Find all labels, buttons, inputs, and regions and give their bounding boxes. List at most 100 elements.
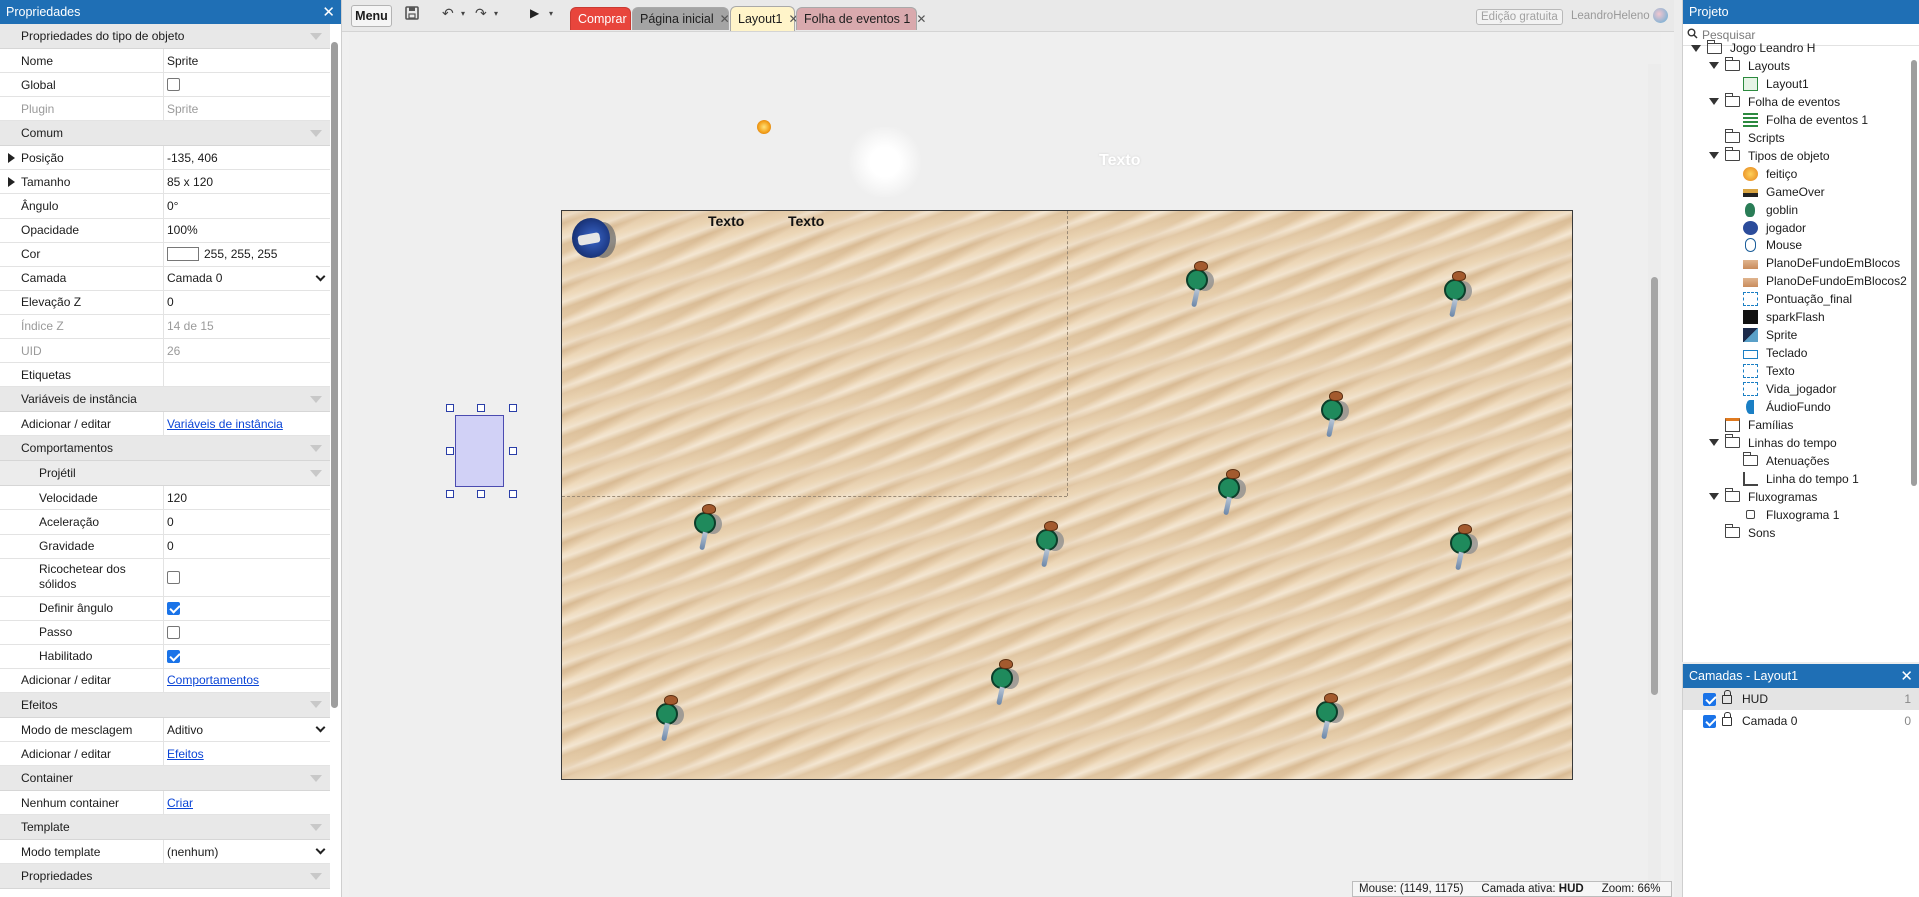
layer-visible-checkbox[interactable] — [1703, 714, 1716, 728]
properties-scrollbar[interactable] — [331, 42, 338, 708]
lock-icon[interactable] — [1722, 689, 1732, 704]
lock-icon[interactable] — [1722, 711, 1732, 726]
close-icon[interactable]: ✕ — [1900, 669, 1913, 684]
chevron-down-icon[interactable]: ▾ — [494, 9, 498, 18]
player-object[interactable] — [568, 212, 618, 268]
prop-value[interactable]: 85 x 120 — [164, 170, 330, 193]
fireball-object[interactable] — [757, 120, 771, 134]
prop-opacity[interactable]: Opacidade 100% — [0, 218, 330, 243]
prop-step[interactable]: Passo — [0, 620, 330, 645]
prop-set-angle[interactable]: Definir ângulo — [0, 596, 330, 621]
prop-z-elevation[interactable]: Elevação Z0 — [0, 290, 330, 315]
chevron-down-icon[interactable]: ▾ — [549, 9, 553, 18]
prop-value[interactable]: 0 — [164, 291, 330, 314]
goblin-object[interactable] — [987, 657, 1023, 709]
section-properties[interactable]: Propriedades — [0, 864, 330, 890]
prop-size[interactable]: Tamanho 85 x 120 — [0, 170, 330, 195]
goblin-object[interactable] — [1032, 519, 1068, 571]
goblin-object[interactable] — [1440, 269, 1476, 321]
goblin-object[interactable] — [1182, 259, 1218, 311]
prop-angle[interactable]: Ângulo 0° — [0, 194, 330, 219]
goblin-object[interactable] — [1214, 467, 1250, 519]
expand-icon[interactable] — [8, 176, 15, 187]
resize-handle[interactable] — [446, 490, 454, 498]
resize-handle[interactable] — [509, 447, 517, 455]
step-checkbox[interactable] — [167, 625, 180, 639]
global-checkbox[interactable] — [167, 78, 180, 92]
chevron-down-icon[interactable] — [1709, 152, 1719, 160]
resize-handle[interactable] — [446, 404, 454, 412]
behaviors-link[interactable]: Comportamentos — [167, 673, 259, 687]
template-mode-select[interactable]: (nenhum) — [164, 840, 330, 863]
layer-select[interactable]: Camada 0 — [164, 267, 330, 290]
text-object[interactable]: Texto — [708, 213, 744, 229]
section-common[interactable]: Comum — [0, 121, 330, 147]
prop-speed[interactable]: Velocidade 120 — [0, 486, 330, 511]
layer-row[interactable]: Camada 0 0 — [1683, 710, 1919, 732]
goblin-object[interactable] — [652, 693, 688, 745]
prop-tags[interactable]: Etiquetas — [0, 363, 330, 388]
goblin-object[interactable] — [1312, 691, 1348, 743]
prop-value[interactable]: 100% — [164, 219, 330, 242]
goblin-object[interactable] — [1317, 389, 1353, 441]
layer-row[interactable]: HUD 1 — [1683, 688, 1919, 710]
tab-buy[interactable]: Comprar — [570, 7, 631, 30]
prop-bounce[interactable]: Ricochetear dos sólidos — [0, 558, 330, 597]
goblin-object[interactable] — [1446, 522, 1482, 574]
prop-value[interactable]: 0 — [164, 510, 330, 533]
prop-layer[interactable]: Camada Camada 0 — [0, 266, 330, 291]
resize-handle[interactable] — [477, 404, 485, 412]
tab-home[interactable]: Página inicial ✕ — [632, 7, 730, 30]
create-container-link[interactable]: Criar — [167, 796, 193, 810]
prop-value[interactable]: 0° — [164, 194, 330, 217]
enabled-checkbox[interactable] — [167, 649, 180, 663]
play-icon[interactable]: ▶ — [530, 6, 539, 20]
effects-link[interactable]: Efeitos — [167, 747, 204, 761]
chevron-down-icon[interactable] — [1709, 493, 1719, 501]
prop-global[interactable]: Global — [0, 73, 330, 98]
resize-handle[interactable] — [446, 447, 454, 455]
redo-icon[interactable]: ↷ — [475, 5, 487, 22]
chevron-down-icon[interactable] — [1709, 98, 1719, 106]
canvas-vertical-scrollbar[interactable] — [1648, 64, 1661, 897]
text-object[interactable]: Texto — [1099, 152, 1140, 170]
close-icon[interactable]: ✕ — [720, 12, 730, 26]
save-icon[interactable] — [405, 6, 419, 23]
selected-sprite[interactable] — [455, 415, 504, 487]
avatar[interactable] — [1653, 8, 1668, 23]
chevron-down-icon[interactable] — [1709, 439, 1719, 447]
instance-vars-link[interactable]: Variáveis de instância — [167, 417, 283, 431]
chevron-down-icon[interactable] — [1691, 44, 1701, 52]
project-scrollbar[interactable] — [1911, 60, 1917, 486]
color-swatch[interactable] — [167, 247, 199, 262]
tab-layout1[interactable]: Layout1 ✕ — [730, 6, 799, 31]
goblin-object[interactable] — [690, 502, 726, 554]
scrollbar-thumb[interactable] — [1651, 277, 1658, 695]
prop-position[interactable]: Posição -135, 406 — [0, 146, 330, 171]
prop-acceleration[interactable]: Aceleração 0 — [0, 510, 330, 535]
resize-handle[interactable] — [509, 490, 517, 498]
prop-gravity[interactable]: Gravidade 0 — [0, 534, 330, 559]
blend-mode-select[interactable]: Aditivo — [164, 718, 330, 741]
section-container[interactable]: Container — [0, 766, 330, 792]
prop-enabled[interactable]: Habilitado — [0, 644, 330, 669]
set-angle-checkbox[interactable] — [167, 601, 180, 615]
close-icon[interactable]: ✕ — [322, 5, 335, 20]
prop-template-mode[interactable]: Modo template (nenhum) — [0, 840, 330, 865]
expand-icon[interactable] — [8, 152, 15, 163]
menu-button[interactable]: Menu — [351, 5, 392, 27]
prop-value[interactable] — [164, 363, 330, 386]
layout-area[interactable]: Texto Texto — [561, 210, 1573, 780]
section-effects[interactable]: Efeitos — [0, 692, 330, 718]
spark-flash-object[interactable] — [845, 127, 925, 197]
prop-color[interactable]: Cor 255, 255, 255 — [0, 242, 330, 267]
prop-value[interactable]: 0 — [164, 535, 330, 558]
prop-blend-mode[interactable]: Modo de mesclagem Aditivo — [0, 717, 330, 743]
chevron-down-icon[interactable]: ▾ — [461, 9, 465, 18]
text-object[interactable]: Texto — [788, 213, 824, 229]
free-edition-badge[interactable]: Edição gratuita — [1476, 9, 1563, 25]
tab-event-sheet[interactable]: Folha de eventos 1 ✕ — [796, 7, 926, 30]
section-object-type[interactable]: Propriedades do tipo de objeto — [0, 24, 330, 49]
chevron-down-icon[interactable] — [1709, 62, 1719, 70]
close-icon[interactable]: ✕ — [916, 12, 926, 26]
